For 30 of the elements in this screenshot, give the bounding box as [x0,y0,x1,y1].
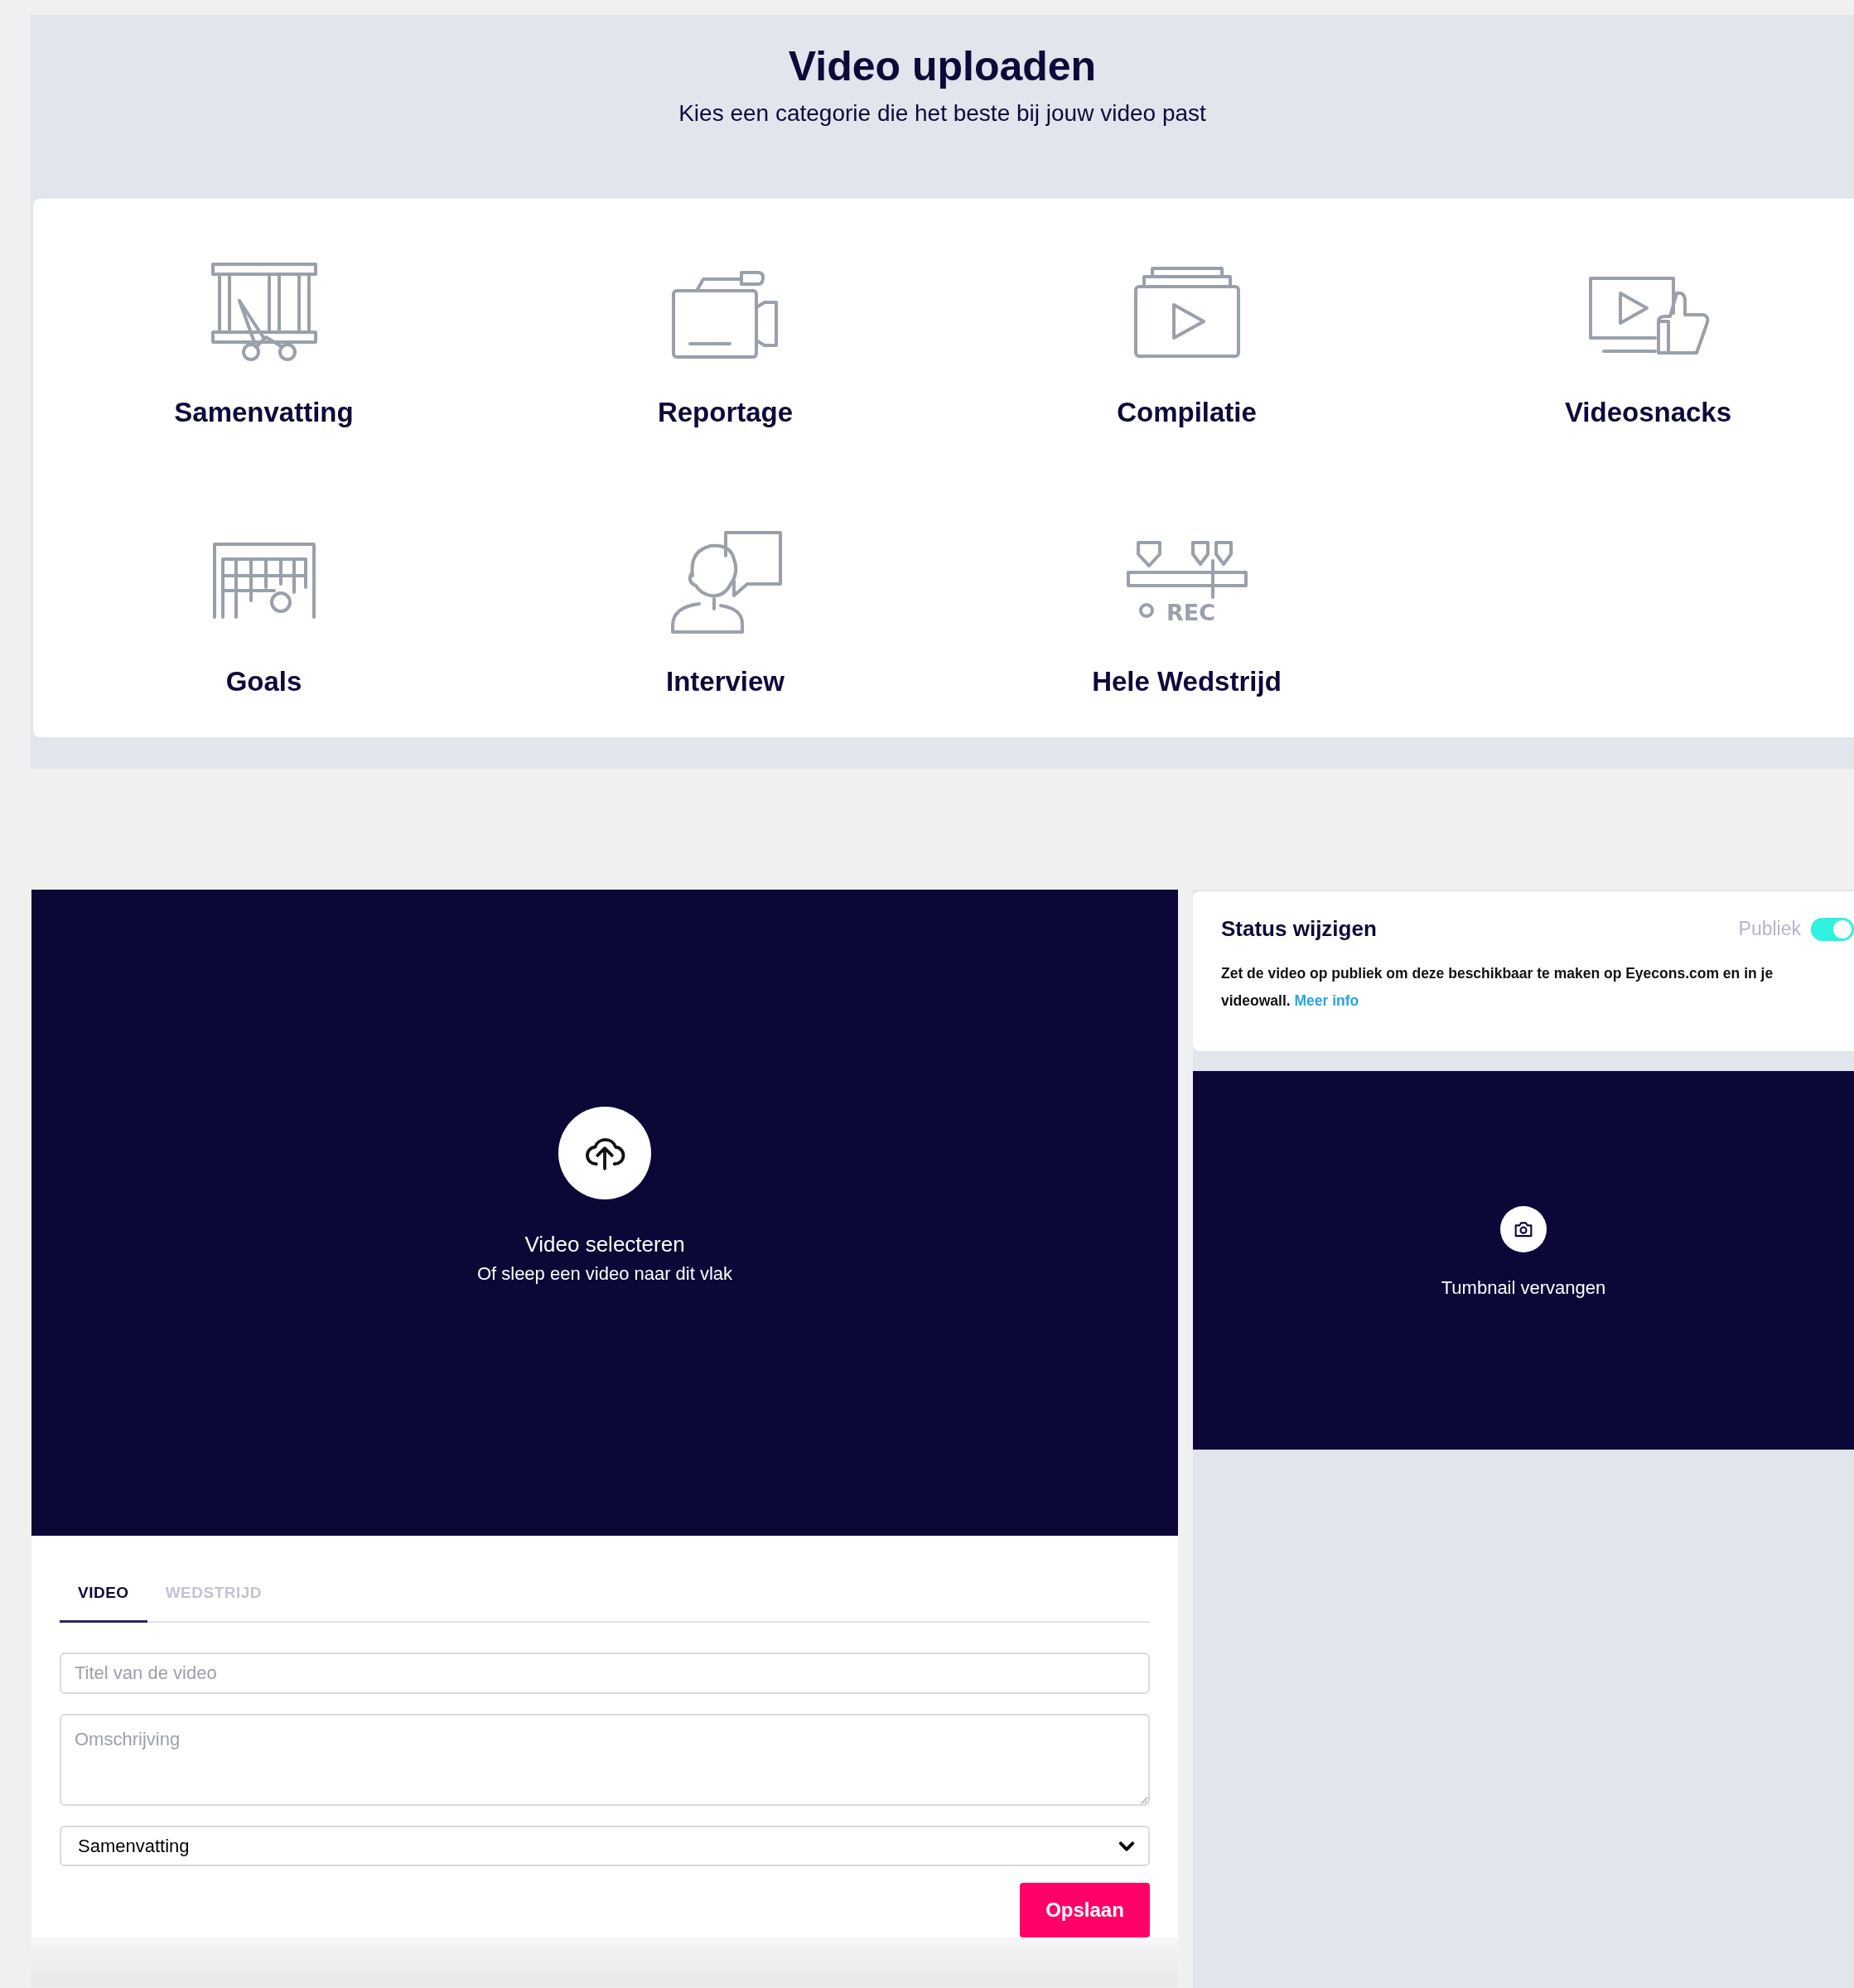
upload-area[interactable]: Video selecteren Of sleep een video naar dit vlak [31,890,1178,1536]
upload-title: Video selecteren [524,1231,685,1257]
video-stack-icon [1133,267,1240,358]
category-label[interactable]: Compilatie [1117,396,1257,429]
category-label[interactable]: Samenvatting [174,396,354,429]
person-speech-icon [670,531,782,634]
save-button[interactable]: Opslaan [1020,1883,1150,1937]
public-toggle[interactable] [1811,917,1854,941]
toggle-label: Publiek [1738,918,1801,940]
page-title: Video uploaden [788,42,1097,91]
thumbnail-area[interactable]: Tumbnail vervangen [1193,1071,1854,1450]
goal-net-icon [212,543,316,619]
rec-label: REC [1166,600,1215,625]
upload-hint: Of sleep een video naar dit vlak [476,1262,733,1286]
description-textarea[interactable]: Omschrijving [60,1714,1150,1807]
film-scissors-icon [210,263,317,361]
category-label[interactable]: Reportage [657,396,794,429]
category-label[interactable]: Goals [225,665,302,698]
status-title: Status wijzigen [1221,916,1377,942]
category-label[interactable]: Interview [665,665,785,698]
tab[interactable]: VIDEO [60,1569,147,1623]
category-label[interactable]: Hele Wedstrijd [1092,665,1282,698]
video-thumbs-up-icon [1588,277,1709,355]
title-input[interactable]: Titel van de video [60,1652,1150,1695]
category-select[interactable]: Samenvatting [60,1826,1150,1866]
video-camera-icon [671,271,778,359]
thumbnail-label: Tumbnail vervangen [1441,1276,1606,1299]
category-label[interactable]: Videosnacks [1564,396,1732,429]
page-subtitle: Kies een categorie die het beste bij jouw video past [678,99,1206,128]
status-description: Zet de video op publiek om deze beschikbaar te maken op Eyecons.com en in je videowall. Meer info [1221,964,1774,1011]
